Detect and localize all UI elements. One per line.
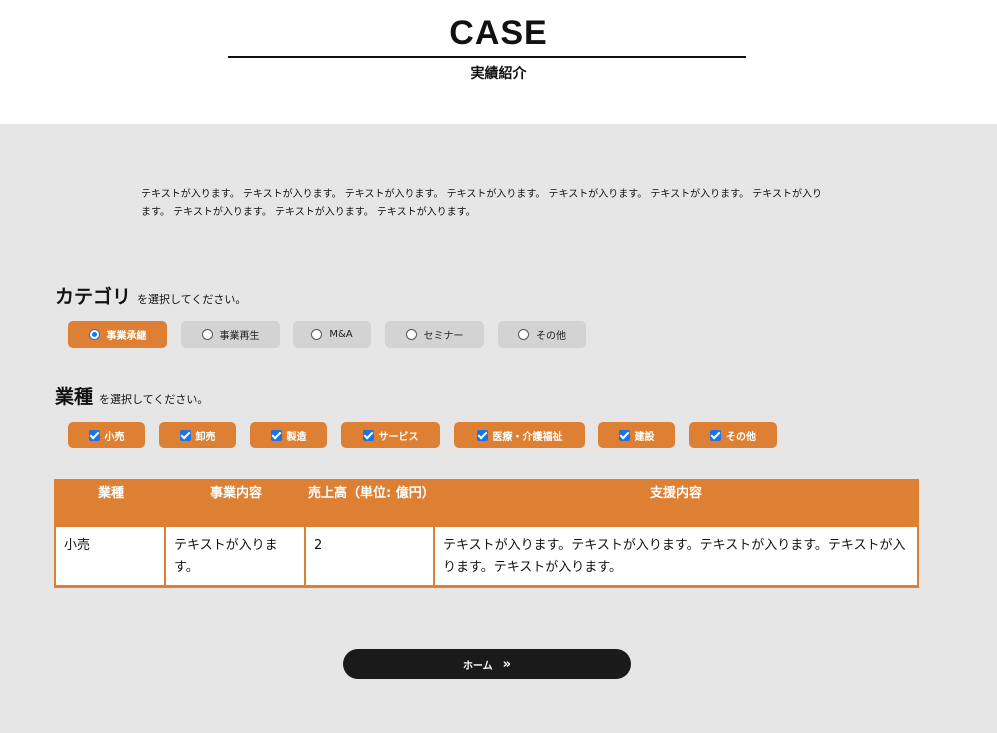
category-option-label: 事業承継 [106, 331, 147, 342]
industry-option-label: サービス [378, 431, 419, 443]
industry-heading: 業種 を選択してください。 [55, 382, 208, 409]
industry-checkbox-wholesale[interactable]: 卸売 [159, 422, 236, 448]
industry-checkbox-manufacturing[interactable]: 製造 [250, 422, 327, 448]
table-header-support: 支援内容 [649, 486, 702, 501]
double-chevron-right-icon: » [502, 656, 512, 672]
category-option-label: その他 [536, 331, 566, 342]
checkbox-checked-icon [710, 429, 721, 441]
table-header-revenue: 売上高（単位: 億円） [308, 486, 435, 501]
industry-option-label: 製造 [286, 431, 307, 443]
category-radio-jigyo-shokei[interactable]: 事業承継 [68, 321, 167, 348]
home-button[interactable]: ホーム » [343, 649, 631, 679]
table-header-business: 事業内容 [209, 486, 262, 501]
page-header: CASE 実績紹介 [0, 0, 997, 124]
home-button-label: ホーム [462, 660, 493, 672]
table-cell-business: テキストが入ります。 [166, 527, 304, 585]
radio-icon [311, 329, 323, 340]
checkbox-checked-icon [88, 429, 100, 441]
industry-label: 業種 [55, 386, 94, 408]
category-label: カテゴリ [55, 286, 132, 308]
checkbox-checked-icon [362, 429, 374, 441]
title-divider [228, 56, 746, 58]
industry-checkbox-other[interactable]: その他 [689, 422, 777, 448]
table-cell-revenue: 2 [306, 527, 433, 585]
main-content: テキストが入ります。 テキストが入ります。 テキストが入ります。 テキストが入り… [0, 124, 997, 733]
intro-text: テキストが入ります。 テキストが入ります。 テキストが入ります。 テキストが入り… [141, 189, 822, 218]
industry-option-label: 医療・介護福祉 [492, 431, 563, 443]
table-header-industry: 業種 [97, 486, 124, 501]
category-hint: を選択してください。 [137, 293, 247, 306]
radio-icon [518, 329, 529, 340]
category-option-label: 事業再生 [219, 331, 260, 342]
category-heading: カテゴリ を選択してください。 [55, 282, 246, 309]
page-subtitle: 実績紹介 [470, 66, 527, 82]
category-radio-jigyo-saisei[interactable]: 事業再生 [181, 321, 280, 348]
category-option-label: M&A [329, 329, 353, 340]
industry-checkbox-retail[interactable]: 小売 [68, 422, 145, 448]
industry-checkbox-medical-welfare[interactable]: 医療・介護福祉 [454, 422, 585, 448]
industry-option-label: その他 [726, 431, 756, 443]
table-cell-industry: 小売 [56, 527, 164, 585]
checkbox-checked-icon [179, 429, 191, 441]
industry-option-label: 卸売 [195, 431, 216, 443]
industry-checkbox-construction[interactable]: 建設 [598, 422, 675, 448]
radio-icon [201, 329, 213, 340]
checkbox-checked-icon [476, 429, 488, 441]
checkbox-checked-icon [618, 429, 630, 441]
industry-checkbox-service[interactable]: サービス [341, 422, 440, 448]
checkbox-checked-icon [270, 429, 282, 441]
category-radio-seminar[interactable]: セミナー [385, 321, 484, 348]
page-title: CASE [449, 14, 548, 52]
category-option-label: セミナー [423, 331, 464, 342]
industry-hint: を選択してください。 [99, 393, 209, 406]
results-table: 業種 事業内容 売上高（単位: 億円） 支援内容 小売 テキストが入ります。 2… [54, 479, 919, 588]
industry-option-label: 小売 [104, 431, 125, 443]
radio-selected-icon [88, 329, 100, 340]
category-radio-other[interactable]: その他 [498, 321, 586, 348]
industry-option-label: 建設 [634, 431, 655, 443]
category-radio-ma[interactable]: M&A [293, 321, 371, 348]
radio-icon [405, 329, 417, 340]
table-cell-support: テキストが入ります。テキストが入ります。テキストが入ります。テキストが入ります。… [435, 527, 917, 585]
